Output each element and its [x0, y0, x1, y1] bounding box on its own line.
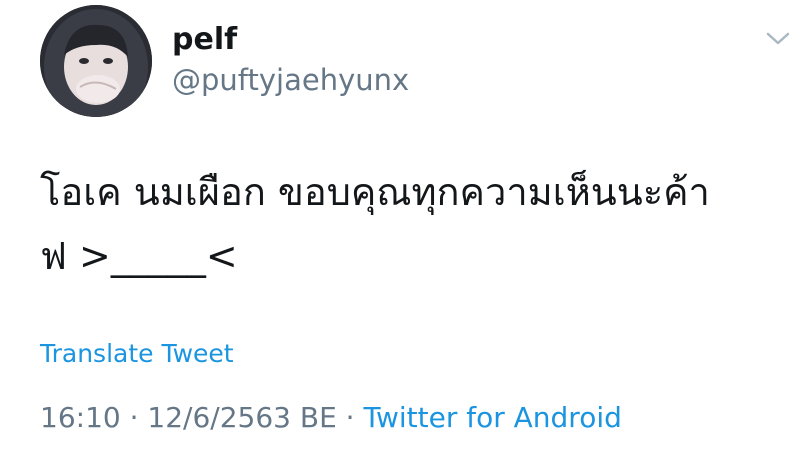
translate-tweet-link[interactable]: Translate Tweet — [40, 338, 234, 370]
tweet-text: โอเค นมเผือก ขอบคุณทุกความเห็นนะค้า ฟ >_… — [40, 160, 790, 288]
user-handle[interactable]: @puftyjaehyunx — [172, 62, 409, 98]
tweet-time[interactable]: 16:10 — [40, 401, 121, 434]
meta-separator: · — [120, 401, 148, 434]
chevron-down-icon[interactable] — [764, 26, 792, 50]
tweet-text-line: ฟ >_____< — [40, 234, 238, 278]
avatar[interactable] — [40, 5, 152, 117]
display-name[interactable]: pelf — [172, 22, 237, 58]
tweet-text-line: โอเค นมเผือก ขอบคุณทุกความเห็นนะค้า — [40, 170, 710, 214]
tweet-source-link[interactable]: Twitter for Android — [363, 401, 621, 434]
meta-separator: · — [336, 401, 364, 434]
tweet-date[interactable]: 12/6/2563 BE — [147, 401, 336, 434]
avatar-image — [40, 5, 152, 117]
tweet-meta: 16:10 · 12/6/2563 BE · Twitter for Andro… — [40, 400, 622, 436]
tweet-card: pelf @puftyjaehyunx โอเค นมเผือก ขอบคุณท… — [0, 0, 806, 452]
